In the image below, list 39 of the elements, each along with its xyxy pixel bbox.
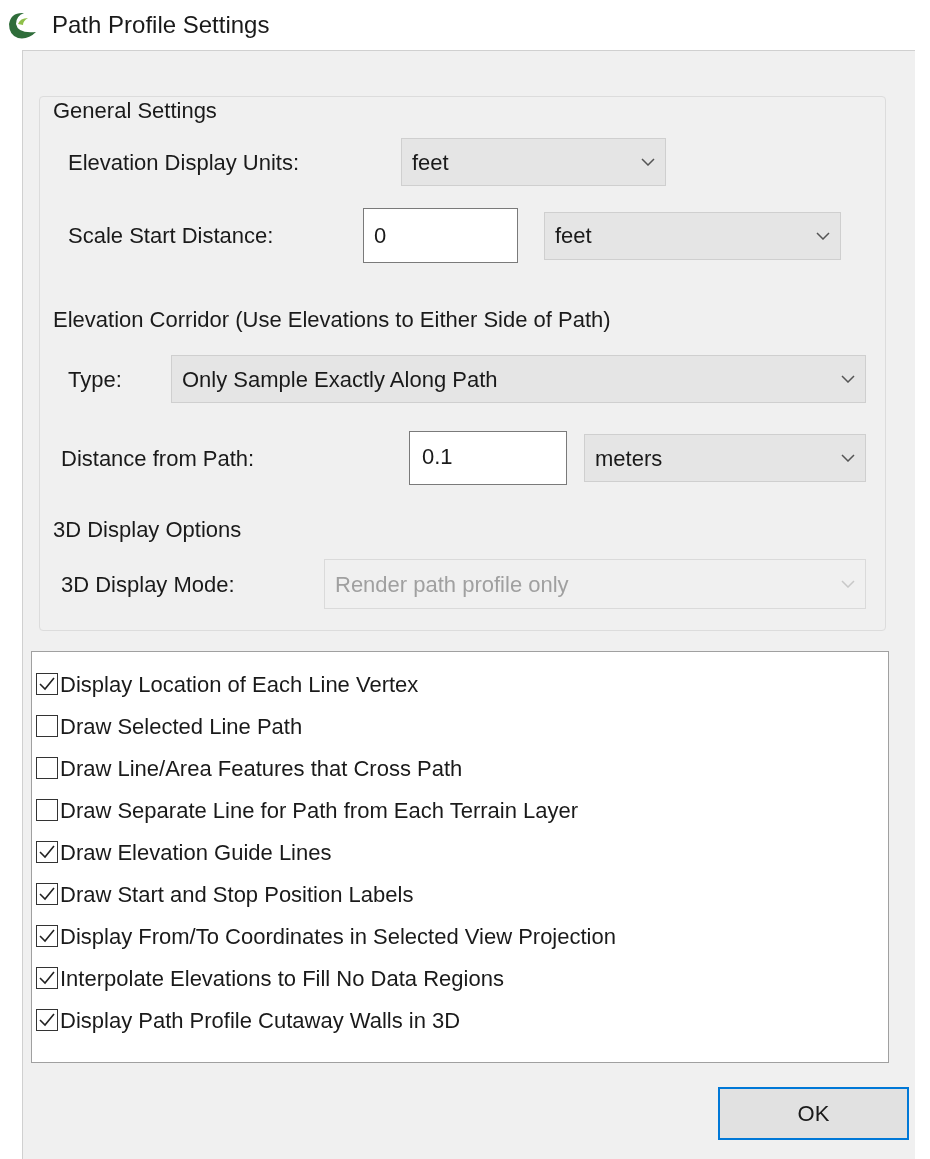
ok-button[interactable]: OK	[718, 1087, 909, 1140]
type-dropdown[interactable]: Only Sample Exactly Along Path	[171, 355, 866, 403]
checkbox[interactable]	[36, 967, 58, 989]
checkbox[interactable]	[36, 1009, 58, 1031]
section-heading: Elevation Corridor (Use Elevations to Either Side of Path)	[53, 306, 612, 334]
units-dropdown[interactable]: meters	[584, 434, 866, 482]
units-dropdown[interactable]: feet	[544, 211, 841, 260]
option-label: Draw Line/Area Features that Cross Path	[60, 754, 463, 783]
input-field[interactable]: 0	[363, 208, 518, 263]
units-dropdown[interactable]: feet	[401, 138, 666, 186]
field-label: 3D Display Mode:	[61, 570, 236, 599]
input-field[interactable]: 0.1	[409, 431, 567, 485]
window-title: Path Profile Settings	[52, 10, 270, 40]
field-label: Type:	[68, 365, 123, 394]
section-heading: General Settings	[53, 97, 218, 125]
option-label: Display From/To Coordinates in Selected View Projection	[60, 922, 616, 951]
option-label: Interpolate Elevations to Fill No Data Regions	[60, 964, 504, 993]
option-label: Draw Selected Line Path	[60, 712, 303, 741]
checkbox[interactable]	[36, 883, 58, 905]
field-label: Scale Start Distance:	[68, 222, 275, 250]
checkbox[interactable]	[36, 757, 58, 779]
checkbox[interactable]	[36, 925, 58, 947]
option-label: Display Location of Each Line Vertex	[60, 670, 419, 699]
section-heading: 3D Display Options	[53, 516, 243, 544]
chevron-down-icon	[641, 158, 655, 166]
field-label: Elevation Display Units:	[68, 148, 301, 177]
checkbox[interactable]	[36, 673, 58, 695]
chevron-down-icon	[841, 375, 855, 383]
option-label: Draw Elevation Guide Lines	[60, 838, 332, 867]
option-label: Draw Start and Stop Position Labels	[60, 880, 414, 909]
option-label: Display Path Profile Cutaway Walls in 3D	[60, 1006, 461, 1035]
chevron-down-icon	[816, 231, 830, 240]
field-label: Distance from Path:	[61, 444, 256, 473]
checkbox[interactable]	[36, 799, 58, 821]
checkbox[interactable]	[36, 715, 58, 737]
chevron-down-icon	[841, 454, 855, 462]
checkbox[interactable]	[36, 841, 58, 863]
chevron-down-icon	[841, 580, 855, 588]
option-label: Draw Separate Line for Path from Each Terrain Layer	[60, 796, 579, 825]
